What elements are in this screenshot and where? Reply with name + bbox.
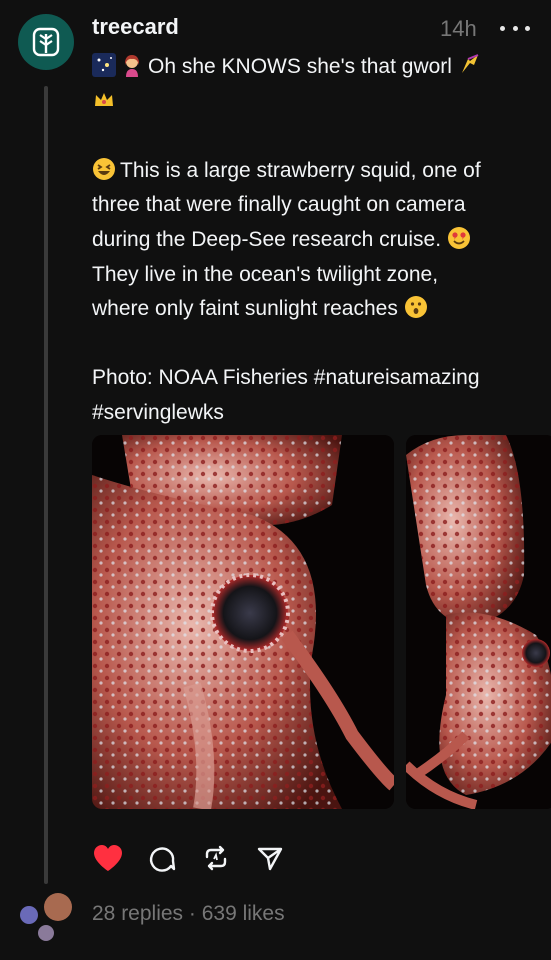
grinning-squinting-emoji xyxy=(93,157,115,180)
action-bar xyxy=(92,842,286,874)
post-para3-line2[interactable]: #servinglewks xyxy=(92,401,224,424)
replier-avatar-2 xyxy=(44,893,72,921)
more-icon[interactable] xyxy=(500,14,530,42)
post-para3-line1: Photo: NOAA Fisheries #natureisamazing xyxy=(92,366,480,390)
thread-line xyxy=(44,86,48,884)
astonished-emoji xyxy=(404,296,427,319)
share-icon xyxy=(257,847,283,871)
woman-tipping-hand-emoji xyxy=(125,55,139,77)
heart-icon xyxy=(94,845,122,871)
replier-avatar-3 xyxy=(38,925,54,941)
share-button[interactable] xyxy=(254,842,286,874)
comment-icon xyxy=(149,847,176,872)
timestamp: 14h xyxy=(440,16,477,41)
username[interactable]: treecard xyxy=(92,14,179,40)
squid-photo-1[interactable] xyxy=(92,435,394,809)
replier-avatar-1 xyxy=(20,906,38,924)
treecard-logo-icon xyxy=(32,27,60,57)
reply-button[interactable] xyxy=(146,842,178,874)
post-para2-line5: where only faint sunlight reaches xyxy=(92,297,398,321)
post-para2-line3: during the Deep-See research cruise. xyxy=(92,227,442,251)
post-line-1: Oh she KNOWS she's that gworl xyxy=(148,55,452,78)
post-para2-line1: This is a large strawberry squid, one of xyxy=(120,158,481,182)
dancer-emoji xyxy=(461,54,479,73)
night-sky-emoji xyxy=(92,53,116,77)
post-para2-line2: three that were finally caught on camera xyxy=(92,193,466,217)
replies-likes-count[interactable]: 28 replies · 639 likes xyxy=(92,902,285,926)
repost-button[interactable] xyxy=(200,842,232,874)
like-button[interactable] xyxy=(92,842,124,874)
treecard-avatar[interactable] xyxy=(18,14,74,70)
post-text: Oh she KNOWS she's that gworl This is a … xyxy=(92,50,532,431)
star-struck-emoji xyxy=(447,226,470,249)
repost-icon xyxy=(205,845,227,871)
crown-emoji xyxy=(95,92,113,106)
post-para2-line4: They live in the ocean's twilight zone, xyxy=(92,262,439,286)
squid-photo-2[interactable] xyxy=(406,435,551,809)
